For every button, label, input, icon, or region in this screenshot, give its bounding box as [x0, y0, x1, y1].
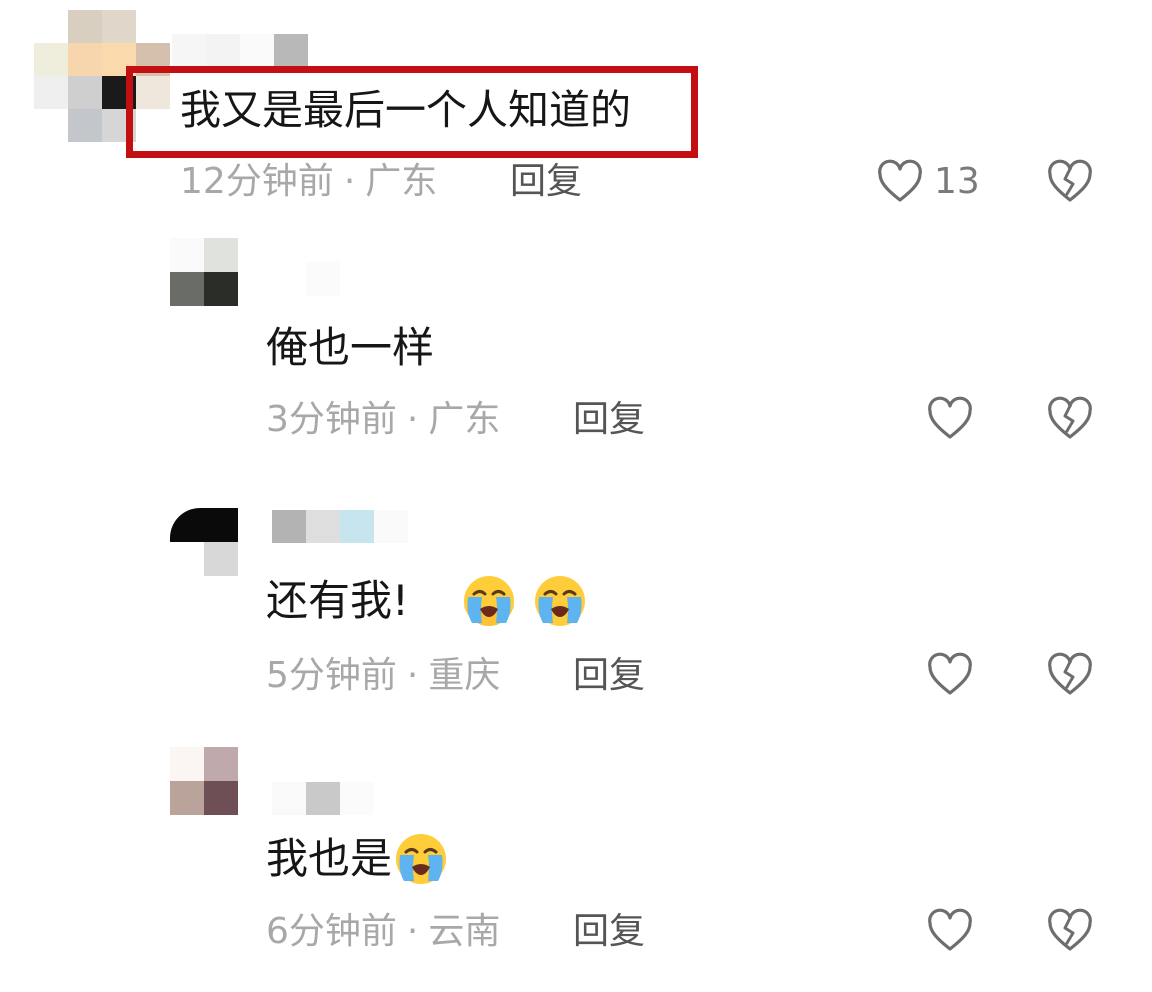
meta-separator: · — [406, 399, 419, 440]
comment-meta: 12分钟前 · 广东 — [180, 164, 437, 200]
loudly-crying-face-icon — [534, 575, 585, 626]
comment-text-body: 还有我! — [266, 576, 409, 625]
reply-button[interactable]: 回复 — [573, 402, 645, 438]
broken-heart-icon[interactable] — [1046, 395, 1094, 443]
heart-outline-icon[interactable] — [926, 651, 974, 699]
broken-heart-icon[interactable] — [1046, 158, 1094, 206]
comment-time: 5分钟前 — [266, 655, 397, 696]
comment-location: 广东 — [365, 161, 438, 202]
meta-separator: · — [343, 161, 356, 202]
comment-text: 我又是最后一个人知道的 — [180, 86, 631, 134]
comment-location: 云南 — [428, 911, 501, 952]
comment-location: 重庆 — [428, 655, 501, 696]
reply-button[interactable]: 回复 — [573, 914, 645, 950]
meta-separator: · — [406, 655, 419, 696]
avatar[interactable] — [170, 238, 238, 306]
heart-outline-icon[interactable] — [926, 907, 974, 955]
comment-meta: 6分钟前 · 云南 — [266, 914, 500, 950]
comment-text: 还有我! — [266, 575, 589, 627]
like-count: 13 — [934, 161, 980, 202]
comment-location: 广东 — [428, 399, 501, 440]
comment-time: 12分钟前 — [180, 161, 334, 202]
avatar[interactable] — [170, 747, 238, 815]
avatar[interactable] — [170, 508, 238, 576]
comment-meta: 3分钟前 · 广东 — [266, 402, 500, 438]
loudly-crying-face-icon — [463, 575, 514, 626]
reply-button[interactable]: 回复 — [510, 164, 582, 200]
comment-text: 俺也一样 — [266, 323, 435, 372]
loudly-crying-face-icon — [396, 833, 447, 884]
comment-text-body: 我也是 — [266, 834, 393, 883]
username[interactable] — [172, 34, 308, 67]
broken-heart-icon[interactable] — [1046, 651, 1094, 699]
comment-time: 3分钟前 — [266, 399, 397, 440]
username[interactable] — [272, 262, 340, 296]
heart-outline-icon[interactable] — [876, 158, 924, 206]
broken-heart-icon[interactable] — [1046, 907, 1094, 955]
meta-separator: · — [406, 911, 419, 952]
username[interactable] — [272, 510, 408, 543]
username[interactable] — [272, 782, 374, 815]
comment-time: 6分钟前 — [266, 911, 397, 952]
comment-meta: 5分钟前 · 重庆 — [266, 658, 500, 694]
reply-button[interactable]: 回复 — [573, 658, 645, 694]
heart-outline-icon[interactable] — [926, 395, 974, 443]
comment-text: 我也是 — [266, 833, 450, 885]
